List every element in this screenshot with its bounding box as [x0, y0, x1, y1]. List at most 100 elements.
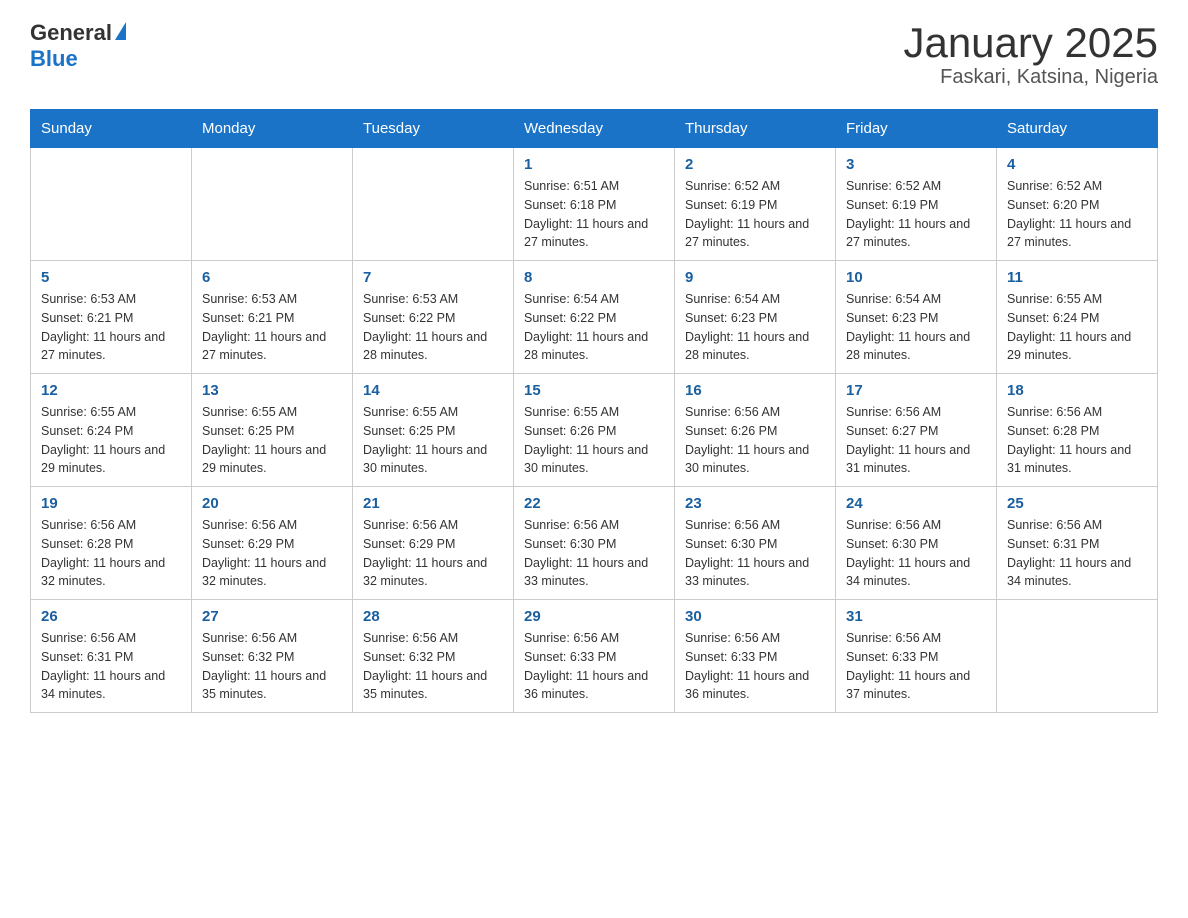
day-info: Sunrise: 6:56 AM Sunset: 6:33 PM Dayligh… [524, 629, 664, 704]
day-info: Sunrise: 6:56 AM Sunset: 6:29 PM Dayligh… [363, 516, 503, 591]
calendar-day-cell: 12 Sunrise: 6:55 AM Sunset: 6:24 PM Dayli… [31, 374, 192, 487]
day-number: 20 [202, 495, 342, 512]
day-info: Sunrise: 6:56 AM Sunset: 6:27 PM Dayligh… [846, 403, 986, 478]
day-info: Sunrise: 6:53 AM Sunset: 6:21 PM Dayligh… [202, 290, 342, 365]
day-number: 16 [685, 382, 825, 399]
day-of-week-header: Sunday [31, 110, 192, 148]
calendar-day-cell: 17 Sunrise: 6:56 AM Sunset: 6:27 PM Dayli… [836, 374, 997, 487]
calendar-day-cell: 2Sunrise: 6:52 AM Sunset: 6:19 PM Daylig… [675, 148, 836, 261]
day-number: 12 [41, 382, 181, 399]
calendar-day-cell: 5Sunrise: 6:53 AM Sunset: 6:21 PM Daylig… [31, 261, 192, 374]
day-info: Sunrise: 6:54 AM Sunset: 6:23 PM Dayligh… [846, 290, 986, 365]
day-info: Sunrise: 6:56 AM Sunset: 6:32 PM Dayligh… [202, 629, 342, 704]
calendar-day-cell: 14Sunrise: 6:55 AM Sunset: 6:25 PM Dayli… [353, 374, 514, 487]
day-number: 24 [846, 495, 986, 512]
day-number: 14 [363, 382, 503, 399]
day-number: 11 [1007, 269, 1147, 286]
logo-general: General [30, 20, 112, 46]
calendar-day-cell: 8 Sunrise: 6:54 AM Sunset: 6:22 PM Daylig… [514, 261, 675, 374]
calendar-day-cell: 16 Sunrise: 6:56 AM Sunset: 6:26 PM Dayli… [675, 374, 836, 487]
day-info: Sunrise: 6:56 AM Sunset: 6:26 PM Dayligh… [685, 403, 825, 478]
day-number: 27 [202, 608, 342, 625]
day-info: Sunrise: 6:52 AM Sunset: 6:20 PM Dayligh… [1007, 177, 1147, 252]
day-info: Sunrise: 6:56 AM Sunset: 6:30 PM Dayligh… [524, 516, 664, 591]
day-info: Sunrise: 6:55 AM Sunset: 6:24 PM Dayligh… [1007, 290, 1147, 365]
day-info: Sunrise: 6:56 AM Sunset: 6:28 PM Dayligh… [1007, 403, 1147, 478]
day-number: 9 [685, 269, 825, 286]
day-number: 23 [685, 495, 825, 512]
calendar-day-cell: 28 Sunrise: 6:56 AM Sunset: 6:32 PM Dayli… [353, 600, 514, 713]
day-number: 13 [202, 382, 342, 399]
calendar-day-cell: 27 Sunrise: 6:56 AM Sunset: 6:32 PM Dayli… [192, 600, 353, 713]
day-number: 4 [1007, 156, 1147, 173]
day-number: 29 [524, 608, 664, 625]
day-number: 19 [41, 495, 181, 512]
day-info: Sunrise: 6:56 AM Sunset: 6:29 PM Dayligh… [202, 516, 342, 591]
logo: General Blue [30, 20, 126, 72]
day-info: Sunrise: 6:56 AM Sunset: 6:33 PM Dayligh… [846, 629, 986, 704]
day-info: Sunrise: 6:56 AM Sunset: 6:31 PM Dayligh… [1007, 516, 1147, 591]
calendar-day-cell: 11 Sunrise: 6:55 AM Sunset: 6:24 PM Dayli… [997, 261, 1158, 374]
day-number: 30 [685, 608, 825, 625]
calendar-day-cell: 20 Sunrise: 6:56 AM Sunset: 6:29 PM Dayli… [192, 487, 353, 600]
day-number: 18 [1007, 382, 1147, 399]
day-number: 21 [363, 495, 503, 512]
calendar-day-cell: 23 Sunrise: 6:56 AM Sunset: 6:30 PM Dayli… [675, 487, 836, 600]
day-info: Sunrise: 6:51 AM Sunset: 6:18 PM Dayligh… [524, 177, 664, 252]
day-of-week-header: Wednesday [514, 110, 675, 148]
calendar-day-cell: 9 Sunrise: 6:54 AM Sunset: 6:23 PM Daylig… [675, 261, 836, 374]
calendar-table: SundayMondayTuesdayWednesdayThursdayFrid… [30, 109, 1158, 713]
day-of-week-header: Monday [192, 110, 353, 148]
calendar-day-cell: 15Sunrise: 6:55 AM Sunset: 6:26 PM Dayli… [514, 374, 675, 487]
calendar-day-cell: 25 Sunrise: 6:56 AM Sunset: 6:31 PM Dayli… [997, 487, 1158, 600]
calendar-day-cell [31, 148, 192, 261]
day-number: 15 [524, 382, 664, 399]
calendar-day-cell: 22 Sunrise: 6:56 AM Sunset: 6:30 PM Dayli… [514, 487, 675, 600]
day-number: 3 [846, 156, 986, 173]
calendar-day-cell [353, 148, 514, 261]
calendar-day-cell: 3 Sunrise: 6:52 AM Sunset: 6:19 PM Daylig… [836, 148, 997, 261]
day-info: Sunrise: 6:56 AM Sunset: 6:30 PM Dayligh… [685, 516, 825, 591]
day-number: 26 [41, 608, 181, 625]
calendar-day-cell: 19Sunrise: 6:56 AM Sunset: 6:28 PM Dayli… [31, 487, 192, 600]
calendar-week-row: 12 Sunrise: 6:55 AM Sunset: 6:24 PM Dayli… [31, 374, 1158, 487]
day-number: 22 [524, 495, 664, 512]
day-info: Sunrise: 6:54 AM Sunset: 6:23 PM Dayligh… [685, 290, 825, 365]
day-number: 28 [363, 608, 503, 625]
calendar-week-row: 5Sunrise: 6:53 AM Sunset: 6:21 PM Daylig… [31, 261, 1158, 374]
day-info: Sunrise: 6:52 AM Sunset: 6:19 PM Dayligh… [846, 177, 986, 252]
day-info: Sunrise: 6:54 AM Sunset: 6:22 PM Dayligh… [524, 290, 664, 365]
day-info: Sunrise: 6:55 AM Sunset: 6:25 PM Dayligh… [202, 403, 342, 478]
calendar-subtitle: Faskari, Katsina, Nigeria [903, 66, 1158, 89]
day-number: 6 [202, 269, 342, 286]
day-info: Sunrise: 6:53 AM Sunset: 6:21 PM Dayligh… [41, 290, 181, 365]
day-info: Sunrise: 6:55 AM Sunset: 6:24 PM Dayligh… [41, 403, 181, 478]
calendar-day-cell [997, 600, 1158, 713]
calendar-header-row: SundayMondayTuesdayWednesdayThursdayFrid… [31, 110, 1158, 148]
calendar-week-row: 1Sunrise: 6:51 AM Sunset: 6:18 PM Daylig… [31, 148, 1158, 261]
day-number: 17 [846, 382, 986, 399]
day-number: 7 [363, 269, 503, 286]
title-block: January 2025 Faskari, Katsina, Nigeria [903, 20, 1158, 89]
day-of-week-header: Tuesday [353, 110, 514, 148]
day-number: 25 [1007, 495, 1147, 512]
page-header: General Blue January 2025 Faskari, Katsi… [30, 20, 1158, 89]
calendar-day-cell: 6 Sunrise: 6:53 AM Sunset: 6:21 PM Daylig… [192, 261, 353, 374]
day-number: 31 [846, 608, 986, 625]
calendar-day-cell: 30Sunrise: 6:56 AM Sunset: 6:33 PM Dayli… [675, 600, 836, 713]
day-of-week-header: Saturday [997, 110, 1158, 148]
day-info: Sunrise: 6:56 AM Sunset: 6:32 PM Dayligh… [363, 629, 503, 704]
day-info: Sunrise: 6:56 AM Sunset: 6:31 PM Dayligh… [41, 629, 181, 704]
calendar-week-row: 26 Sunrise: 6:56 AM Sunset: 6:31 PM Dayli… [31, 600, 1158, 713]
day-number: 8 [524, 269, 664, 286]
day-number: 10 [846, 269, 986, 286]
calendar-day-cell: 24 Sunrise: 6:56 AM Sunset: 6:30 PM Dayli… [836, 487, 997, 600]
calendar-day-cell: 21 Sunrise: 6:56 AM Sunset: 6:29 PM Dayli… [353, 487, 514, 600]
calendar-day-cell [192, 148, 353, 261]
calendar-title: January 2025 [903, 20, 1158, 66]
day-info: Sunrise: 6:56 AM Sunset: 6:30 PM Dayligh… [846, 516, 986, 591]
calendar-day-cell: 31 Sunrise: 6:56 AM Sunset: 6:33 PM Dayli… [836, 600, 997, 713]
calendar-day-cell: 10 Sunrise: 6:54 AM Sunset: 6:23 PM Dayli… [836, 261, 997, 374]
day-number: 2 [685, 156, 825, 173]
day-of-week-header: Friday [836, 110, 997, 148]
